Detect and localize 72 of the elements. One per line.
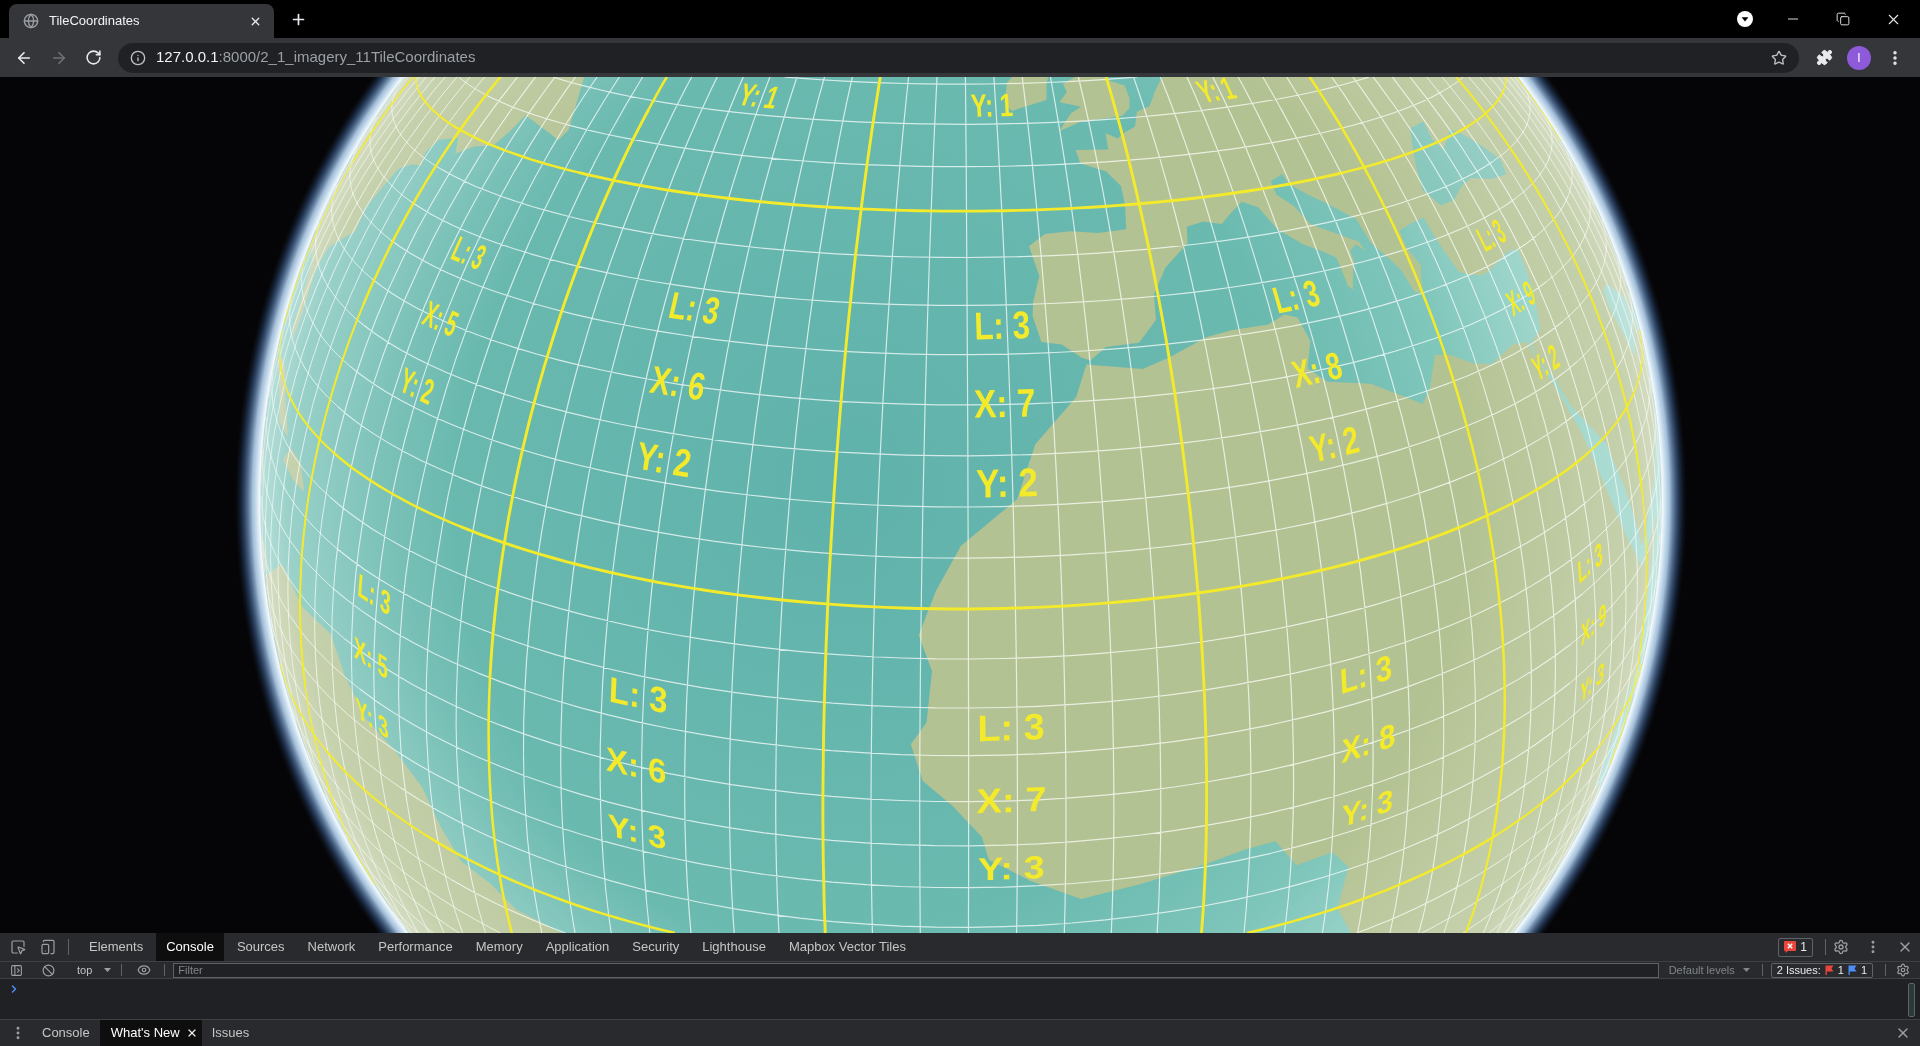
context-dropdown[interactable]: top [77, 964, 112, 976]
devtools-tab[interactable]: Security [622, 933, 690, 961]
filter-field[interactable]: Filter [173, 962, 1659, 978]
tile-label: Y: 1 [969, 86, 1014, 124]
info-icon[interactable] [130, 49, 146, 66]
tile-label: X: 8 [1287, 343, 1346, 396]
issues-button[interactable]: 2 Issues: 1 1 [1770, 962, 1873, 978]
tile-label: L: 3 [356, 565, 392, 624]
eye-icon[interactable] [137, 963, 152, 977]
caret-icon [1742, 968, 1750, 972]
tile-label: L: 3 [973, 303, 1031, 348]
tile-label: L: 3 [608, 669, 669, 721]
profile-avatar[interactable]: I [1847, 45, 1871, 70]
scrollbar [1908, 983, 1915, 1017]
flag-icon [1847, 965, 1857, 975]
drawer-tab[interactable]: Issues [201, 1020, 260, 1046]
reload-icon[interactable] [85, 49, 102, 66]
devtools-tab[interactable]: Sources [226, 933, 295, 961]
caret-icon [104, 968, 112, 972]
drawer-tab[interactable]: Console [32, 1020, 100, 1046]
star-icon[interactable] [1771, 49, 1787, 66]
restore-icon[interactable] [1836, 12, 1850, 26]
browser-tab[interactable]: TileCoordinates [9, 4, 274, 38]
tile-label: Y: 2 [633, 433, 695, 486]
tile-label: L: 3 [446, 228, 492, 278]
device-icon[interactable] [40, 939, 56, 955]
tile-label: L: 3 [665, 284, 724, 333]
settings-icon[interactable] [1896, 963, 1910, 977]
devtools-tab[interactable]: Performance [368, 933, 463, 961]
tile-label: Y: 2 [395, 359, 439, 413]
tile-label: Y: 1 [733, 77, 785, 116]
tile-label: X: 6 [647, 357, 709, 409]
drawer-tab[interactable]: What's New [99, 1020, 202, 1046]
tile-label: Y: 2 [1306, 418, 1363, 471]
sidebar-icon[interactable] [10, 963, 23, 977]
tile-label: X: 9 [1501, 273, 1541, 324]
tile-label: L: 3 [1268, 272, 1325, 322]
tile-label: L: 3 [977, 705, 1045, 750]
tile-label: Y: 2 [975, 459, 1039, 507]
error-icon [1784, 941, 1797, 953]
tile-label: Y: 3 [1578, 654, 1606, 711]
devtools-tab[interactable]: Memory [465, 933, 533, 961]
devtools-tab[interactable]: Mapbox Vector Tiles [778, 933, 916, 961]
levels-dropdown[interactable]: Default levels [1668, 964, 1750, 976]
devtools-tab[interactable]: Elements [79, 933, 154, 961]
error-count-button[interactable]: 1 [1778, 937, 1813, 957]
flag-icon [1824, 965, 1834, 975]
address-field[interactable]: 127.0.0.1:8000/2_1_imagery_11TileCoordinates [118, 42, 1799, 73]
tile-label: X: 8 [1341, 715, 1396, 771]
devtools-tab[interactable]: Network [297, 933, 366, 961]
tile-label: L: 3 [1338, 646, 1393, 702]
clear-icon[interactable] [42, 963, 55, 977]
tab-search-icon[interactable] [1737, 11, 1753, 27]
tile-label: Y: 3 [354, 689, 390, 747]
devtools-tab[interactable]: Application [535, 933, 620, 961]
tile-label: X: 9 [1580, 594, 1607, 653]
devtools-tab[interactable]: Lighthouse [692, 933, 776, 961]
tile-label: L: 3 [1576, 534, 1604, 591]
tile-label: X: 6 [605, 739, 667, 792]
tile-label: Y: 2 [1528, 336, 1564, 390]
inspect-icon[interactable] [10, 939, 26, 955]
puzzle-icon[interactable] [1816, 49, 1833, 66]
tile-label: Y: 3 [1340, 782, 1395, 835]
devtools-tab[interactable]: Console [156, 933, 224, 961]
tile-label: L: 3 [1471, 211, 1512, 260]
tile-label: Y: 3 [607, 806, 667, 857]
settings-icon[interactable] [1833, 939, 1849, 955]
tile-label: Y: 3 [977, 848, 1045, 887]
globe-icon [23, 13, 39, 29]
tile-label: X: 7 [976, 779, 1047, 821]
tile-label: X: 5 [418, 292, 464, 345]
tile-label: X: 5 [353, 629, 388, 687]
